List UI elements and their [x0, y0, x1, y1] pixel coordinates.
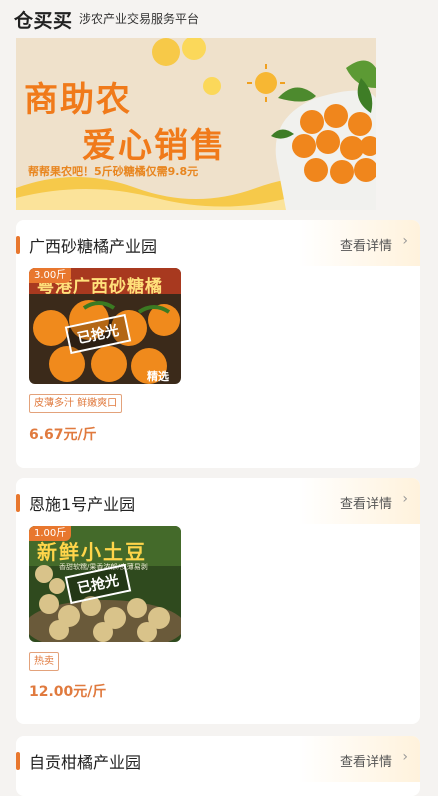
product-card-3[interactable]: 自贡柑橘产业园 查看详情 ›: [16, 736, 420, 796]
chevron-right-icon: ›: [402, 233, 408, 249]
card-header: 自贡柑橘产业园 查看详情 ›: [16, 736, 420, 782]
card-title: 广西砂糖橘产业园: [29, 237, 158, 256]
product-price: 6.67元/斤: [29, 427, 97, 443]
banner-title-line1: 商助农: [24, 80, 132, 120]
app-subtitle: 涉农产业交易服务平台: [79, 12, 200, 26]
card-title: 自贡柑橘产业园: [29, 753, 142, 772]
product-card-1[interactable]: 广西砂糖橘产业园 查看详情 › 3.00斤 粤港广西砂糖橘 精选 已抢光 皮薄多…: [16, 220, 420, 468]
weight-badge: 3.00斤: [29, 268, 72, 283]
view-details-link[interactable]: 查看详情: [340, 235, 392, 254]
product-card-2[interactable]: 恩施1号产业园 查看详情 › 1.00斤 新鲜小土豆 香甜软糯/果香浓郁/皮薄易…: [16, 478, 420, 724]
card-header: 恩施1号产业园 查看详情 ›: [16, 478, 420, 524]
accent-bar: [16, 236, 20, 254]
product-image[interactable]: 1.00斤 新鲜小土豆 香甜软糯/果香浓郁/皮薄易剥 已抢光: [29, 526, 181, 642]
card-header: 广西砂糖橘产业园 查看详情 ›: [16, 220, 420, 266]
view-details-link[interactable]: 查看详情: [340, 751, 392, 770]
chevron-right-icon: ›: [402, 749, 408, 765]
product-image[interactable]: 3.00斤 粤港广西砂糖橘 精选 已抢光: [29, 268, 181, 384]
product-price: 12.00元/斤: [29, 684, 107, 700]
app-header: 仓买买 涉农产业交易服务平台: [0, 0, 438, 36]
card-title: 恩施1号产业园: [29, 495, 136, 514]
product-tag: 皮薄多汁 鲜嫩爽口: [29, 394, 123, 413]
promo-banner[interactable]: 商助农 爱心销售 帮帮果农吧！5斤砂糖橘仅需9.8元: [16, 38, 376, 210]
banner-caption: 帮帮果农吧！5斤砂糖橘仅需9.8元: [28, 165, 199, 178]
banner-title-line2: 爱心销售: [82, 126, 226, 166]
weight-badge: 1.00斤: [29, 526, 72, 541]
image-corner-label: 精选: [147, 370, 169, 383]
accent-bar: [16, 494, 20, 512]
product-tag: 热卖: [29, 652, 59, 671]
view-details-link[interactable]: 查看详情: [340, 493, 392, 512]
accent-bar: [16, 752, 20, 770]
app-logo: 仓买买: [14, 10, 73, 32]
chevron-right-icon: ›: [402, 491, 408, 507]
